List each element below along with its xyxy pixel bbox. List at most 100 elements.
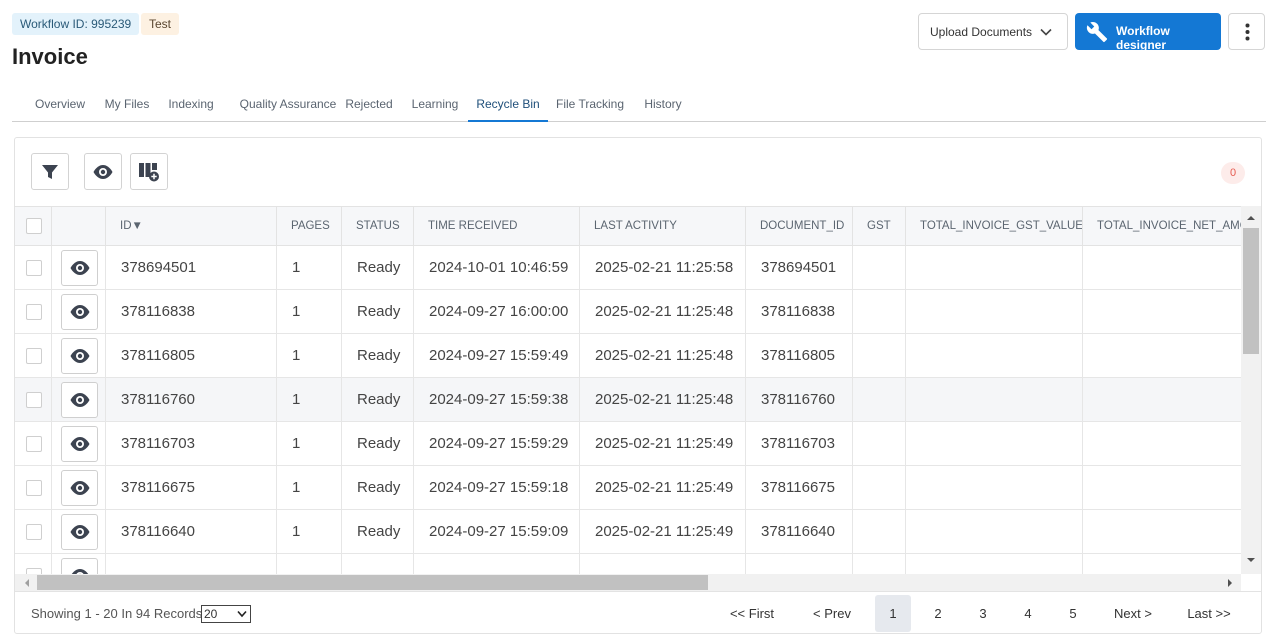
table-row[interactable]: 378116675 1 Ready 2024-09-27 15:59:18 2025-0… (15, 466, 1241, 510)
tab-recycle-bin[interactable]: Recycle Bin (468, 86, 548, 122)
cell-document-id: 378116640 (746, 510, 853, 553)
row-checkbox[interactable] (26, 524, 42, 540)
table-header: ID▼ PAGES STATUS TIME RECEIVED LAST ACTI… (15, 206, 1241, 246)
header-id[interactable]: ID▼ (106, 207, 277, 245)
row-actions-cell (52, 554, 106, 574)
tab-overview[interactable]: Overview (26, 86, 94, 122)
scroll-left-icon[interactable] (23, 578, 31, 588)
tab-quality-assurance[interactable]: Quality Assurance (228, 86, 348, 122)
tab-indexing[interactable]: Indexing (164, 86, 218, 122)
cell-time-received (414, 554, 580, 574)
column-add-icon (139, 162, 159, 181)
row-select-cell (15, 554, 52, 574)
tab-learning[interactable]: Learning (406, 86, 464, 122)
row-select-cell (15, 378, 52, 421)
cell-pages: 1 (277, 334, 342, 377)
eye-icon (70, 437, 89, 451)
more-options-button[interactable] (1228, 13, 1265, 50)
chevron-down-icon (1040, 28, 1052, 36)
prev-page-button[interactable]: < Prev (803, 595, 861, 632)
header-total-invoice-net-amount[interactable]: TOTAL_INVOICE_NET_AMOU (1083, 207, 1241, 245)
upload-documents-button[interactable]: Upload Documents (918, 13, 1068, 50)
last-page-button[interactable]: Last >> (1179, 595, 1239, 632)
next-page-button[interactable]: Next > (1105, 595, 1161, 632)
table-row[interactable]: 378116838 1 Ready 2024-09-27 16:00:00 2025-0… (15, 290, 1241, 334)
header-time-received[interactable]: TIME RECEIVED (414, 207, 580, 245)
table-row[interactable]: 378694501 1 Ready 2024-10-01 10:46:59 2025-0… (15, 246, 1241, 290)
page-size-select[interactable]: 20 (201, 605, 251, 623)
vertical-scroll-thumb[interactable] (1243, 228, 1259, 354)
row-checkbox[interactable] (26, 436, 42, 452)
cell-gst (853, 510, 906, 553)
table-row[interactable]: 378116640 1 Ready 2024-09-27 15:59:09 2025-0… (15, 510, 1241, 554)
cell-total-invoice-net-amount (1083, 422, 1241, 465)
view-document-button[interactable] (61, 514, 98, 550)
row-checkbox[interactable] (26, 260, 42, 276)
documents-table: ID▼ PAGES STATUS TIME RECEIVED LAST ACTI… (15, 206, 1241, 574)
scroll-right-icon[interactable] (1226, 578, 1234, 588)
view-document-button[interactable] (61, 470, 98, 506)
row-checkbox[interactable] (26, 304, 42, 320)
header-pages[interactable]: PAGES (277, 207, 342, 245)
tab-file-tracking[interactable]: File Tracking (554, 86, 626, 122)
page-1-button[interactable]: 1 (875, 595, 911, 632)
table-row[interactable]: 378116703 1 Ready 2024-09-27 15:59:29 2025-0… (15, 422, 1241, 466)
cell-status: Ready (342, 422, 414, 465)
eye-icon (70, 305, 89, 319)
view-document-button[interactable] (61, 338, 98, 374)
add-column-button[interactable] (130, 153, 168, 190)
cell-total-invoice-net-amount (1083, 466, 1241, 509)
first-page-button[interactable]: << First (721, 595, 783, 632)
cell-time-received: 2024-09-27 15:59:18 (414, 466, 580, 509)
view-document-button[interactable] (61, 294, 98, 330)
tab-my-files[interactable]: My Files (100, 86, 154, 122)
view-document-button[interactable] (61, 250, 98, 286)
page-4-button[interactable]: 4 (1010, 595, 1046, 632)
header-gst[interactable]: GST (853, 207, 906, 245)
page-5-button[interactable]: 5 (1055, 595, 1091, 632)
filter-button[interactable] (31, 153, 69, 190)
table-row[interactable]: 378116805 1 Ready 2024-09-27 15:59:49 2025-0… (15, 334, 1241, 378)
eye-icon (70, 261, 89, 275)
view-document-button[interactable] (61, 558, 98, 574)
eye-icon (70, 481, 89, 495)
row-checkbox[interactable] (26, 392, 42, 408)
row-checkbox[interactable] (26, 480, 42, 496)
cell-id: 378116703 (106, 422, 277, 465)
view-document-button[interactable] (61, 382, 98, 418)
header-document-id[interactable]: DOCUMENT_ID (746, 207, 853, 245)
cell-gst (853, 466, 906, 509)
tab-history[interactable]: History (638, 86, 688, 122)
workflow-id-badge: Workflow ID: 995239 (12, 13, 140, 35)
row-select-cell (15, 334, 52, 377)
cell-time-received: 2024-09-27 16:00:00 (414, 290, 580, 333)
page-2-button[interactable]: 2 (920, 595, 956, 632)
horizontal-scroll-thumb[interactable] (37, 575, 708, 590)
scroll-up-icon[interactable] (1246, 214, 1256, 222)
header-last-activity[interactable]: LAST ACTIVITY (580, 207, 746, 245)
row-select-cell (15, 246, 52, 289)
tab-rejected[interactable]: Rejected (342, 86, 396, 122)
cell-pages: 1 (277, 378, 342, 421)
header-status[interactable]: STATUS (342, 207, 414, 245)
horizontal-scrollbar[interactable] (15, 574, 1241, 591)
upload-documents-label: Upload Documents (930, 24, 1033, 39)
table-row[interactable]: 378116760 1 Ready 2024-09-27 15:59:38 2025-0… (15, 378, 1241, 422)
vertical-scrollbar[interactable] (1241, 206, 1261, 574)
cell-pages: 1 (277, 246, 342, 289)
scroll-down-icon[interactable] (1246, 556, 1256, 564)
view-toggle-button[interactable] (84, 153, 122, 190)
page-3-button[interactable]: 3 (965, 595, 1001, 632)
view-document-button[interactable] (61, 426, 98, 462)
cell-total-invoice-gst-value (906, 554, 1083, 574)
cell-pages: 1 (277, 510, 342, 553)
row-checkbox[interactable] (26, 348, 42, 364)
cell-total-invoice-net-amount (1083, 290, 1241, 333)
header-total-invoice-gst-value[interactable]: TOTAL_INVOICE_GST_VALUE (906, 207, 1083, 245)
select-all-checkbox[interactable] (26, 218, 42, 234)
workflow-designer-button[interactable]: Workflow designer (1075, 13, 1221, 52)
records-summary: Showing 1 - 20 In 94 Records (31, 606, 203, 621)
cell-total-invoice-gst-value (906, 422, 1083, 465)
table-row[interactable] (15, 554, 1241, 574)
cell-gst (853, 554, 906, 574)
